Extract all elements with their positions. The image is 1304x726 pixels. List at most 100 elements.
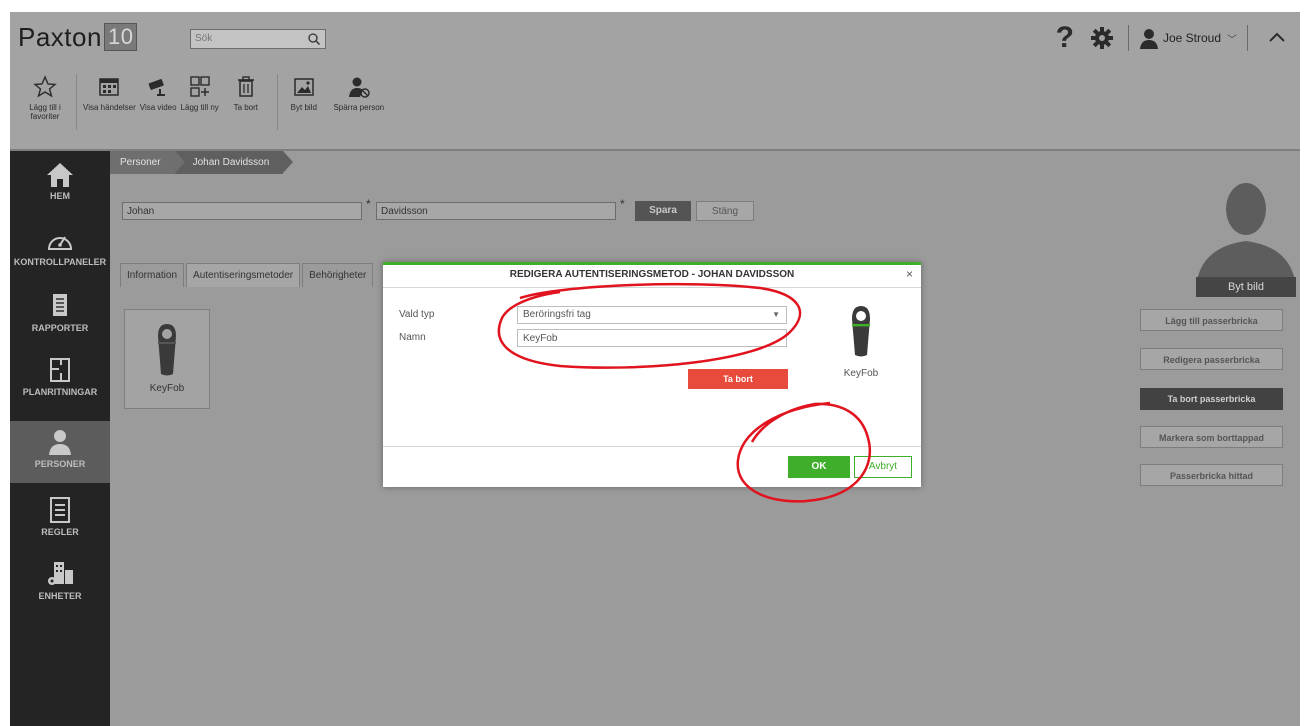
save-button[interactable]: Spara [635,201,691,221]
person-icon [49,430,71,455]
token-found-button[interactable]: Passerbricka hittad [1140,464,1283,486]
tab-authentication-methods[interactable]: Autentiseringsmetoder [186,263,301,287]
image-icon [294,78,314,96]
app-header: Paxton10 ? [10,12,1300,151]
close-icon[interactable]: × [906,267,913,281]
tab-permissions[interactable]: Behörigheter [302,263,374,287]
toolbar-label: Byt bild [290,103,317,112]
keyfob-icon [852,306,870,357]
edit-auth-method-dialog: REDIGERA AUTENTISERINGSMETOD - JOHAN DAV… [383,262,921,487]
person-photo-placeholder [1196,183,1296,287]
sidebar-item-regler[interactable]: REGLER [10,495,110,549]
last-name-required: * [620,197,625,211]
first-name-required: * [366,197,371,211]
user-name[interactable]: Joe Stroud [1163,31,1221,45]
keyfob-preview: KeyFob [831,303,891,383]
home-icon [47,163,73,187]
help-icon[interactable]: ? [1056,21,1074,55]
toolbar-view-events[interactable]: Visa händelser [83,74,136,130]
sidebar-item-label: RAPPORTER [31,323,89,333]
toolbar-delete[interactable]: Ta bort [223,74,269,130]
toolbar-add-new[interactable]: Lägg till ny [181,74,219,130]
chevron-up-icon[interactable] [1264,26,1290,50]
keyfob-preview-label: KeyFob [843,368,879,379]
dialog-title: REDIGERA AUTENTISERINGSMETOD - JOHAN DAV… [383,265,921,288]
cancel-button[interactable]: Avbryt [854,456,912,478]
add-grid-icon [189,76,210,97]
breadcrumb-label[interactable]: Personer [120,157,161,168]
ok-button[interactable]: OK [788,456,850,478]
sidebar: HEM KONTROLLPANELER RAPPORTER PLANRITNIN… [10,151,110,726]
dialog-footer-divider [383,446,921,447]
toolbar-divider [276,74,278,130]
sidebar-item-label: REGLER [41,527,79,537]
gear-icon[interactable] [1090,26,1114,50]
dropdown-caret-icon[interactable]: ▼ [772,307,780,323]
sidebar-item-personer[interactable]: PERSONER [10,421,110,483]
trash-icon [237,76,254,97]
name-label: Namn [399,332,426,343]
sidebar-item-kontrollpaneler[interactable]: KONTROLLPANELER [10,227,110,279]
sidebar-item-label: ENHETER [38,591,82,601]
dashboard-icon [47,236,73,250]
breadcrumb-personer[interactable]: Personer [110,151,185,174]
toolbar-block-person[interactable]: Spärra person [328,74,390,130]
devices-icon [48,562,73,585]
toolbar-divider [76,74,77,130]
header-divider-2 [1247,25,1248,51]
sidebar-item-label: PERSONER [34,459,86,469]
calendar-icon [99,78,120,96]
sidebar-item-hem[interactable]: HEM [10,161,110,215]
toolbar-view-video[interactable]: Visa video [140,74,177,130]
type-select[interactable]: Beröringsfri tag ▼ [517,306,787,324]
header-divider [1127,25,1129,51]
mark-lost-button[interactable]: Markera som borttappad [1140,426,1283,448]
breadcrumb-label: Johan Davidsson [192,157,270,168]
toolbar-change-picture[interactable]: Byt bild [284,74,324,130]
close-button[interactable]: Stäng [696,201,754,221]
chevron-down-icon[interactable]: ﹀ [1227,31,1237,46]
edit-token-button[interactable]: Redigera passerbricka [1140,348,1283,370]
toolbar: Lägg till i favoriter Visa händelser Vis… [22,74,394,130]
delete-token-button[interactable]: Ta bort passerbricka [1140,388,1283,410]
search-icon[interactable] [307,32,321,46]
search-box[interactable] [190,29,326,49]
report-icon [53,294,67,316]
tab-information[interactable]: Information [120,263,185,287]
breadcrumb-arrow [283,151,294,173]
user-menu[interactable]: Joe Stroud ﹀ [1139,27,1237,49]
search-input[interactable] [195,31,295,46]
toolbar-label: Visa händelser [83,103,136,112]
keyfob-icon [158,324,176,376]
first-name-field[interactable]: Johan [122,202,362,220]
floorplan-icon [50,358,70,382]
star-icon [33,75,57,98]
breadcrumb-current: Johan Davidsson [174,151,294,174]
token-card-keyfob[interactable]: KeyFob [124,309,210,409]
toolbar-add-favorite[interactable]: Lägg till i favoriter [22,74,68,130]
user-avatar-icon [1139,29,1158,49]
type-label: Vald typ [399,309,435,320]
add-token-button[interactable]: Lägg till passerbricka [1140,309,1283,331]
token-card-label: KeyFob [149,383,185,394]
tab-bar: Information Autentiseringsmetoder Behöri… [120,263,375,287]
toolbar-label: Lägg till ny [180,103,219,112]
sidebar-item-rapporter[interactable]: RAPPORTER [10,291,110,345]
toolbar-label: Ta bort [233,103,259,112]
sidebar-item-planritningar[interactable]: PLANRITNINGAR [10,355,110,411]
toolbar-label: Visa video [139,103,177,112]
last-name-field[interactable]: Davidsson [376,202,616,220]
type-select-value: Beröringsfri tag [523,309,591,320]
rules-icon [50,497,70,523]
paxton-logo: Paxton 10 [18,22,138,53]
sidebar-item-label: KONTROLLPANELER [13,257,107,267]
sidebar-item-label: PLANRITNINGAR [22,387,98,397]
breadcrumb: Personer Johan Davidsson [110,151,294,174]
sidebar-item-enheter[interactable]: ENHETER [10,559,110,613]
block-person-icon [348,77,370,98]
name-input[interactable] [517,329,787,347]
change-picture-button[interactable]: Byt bild [1196,277,1296,297]
delete-button[interactable]: Ta bort [688,369,788,389]
toolbar-label: Spärra person [333,103,385,112]
logo-text: Paxton [18,22,102,52]
